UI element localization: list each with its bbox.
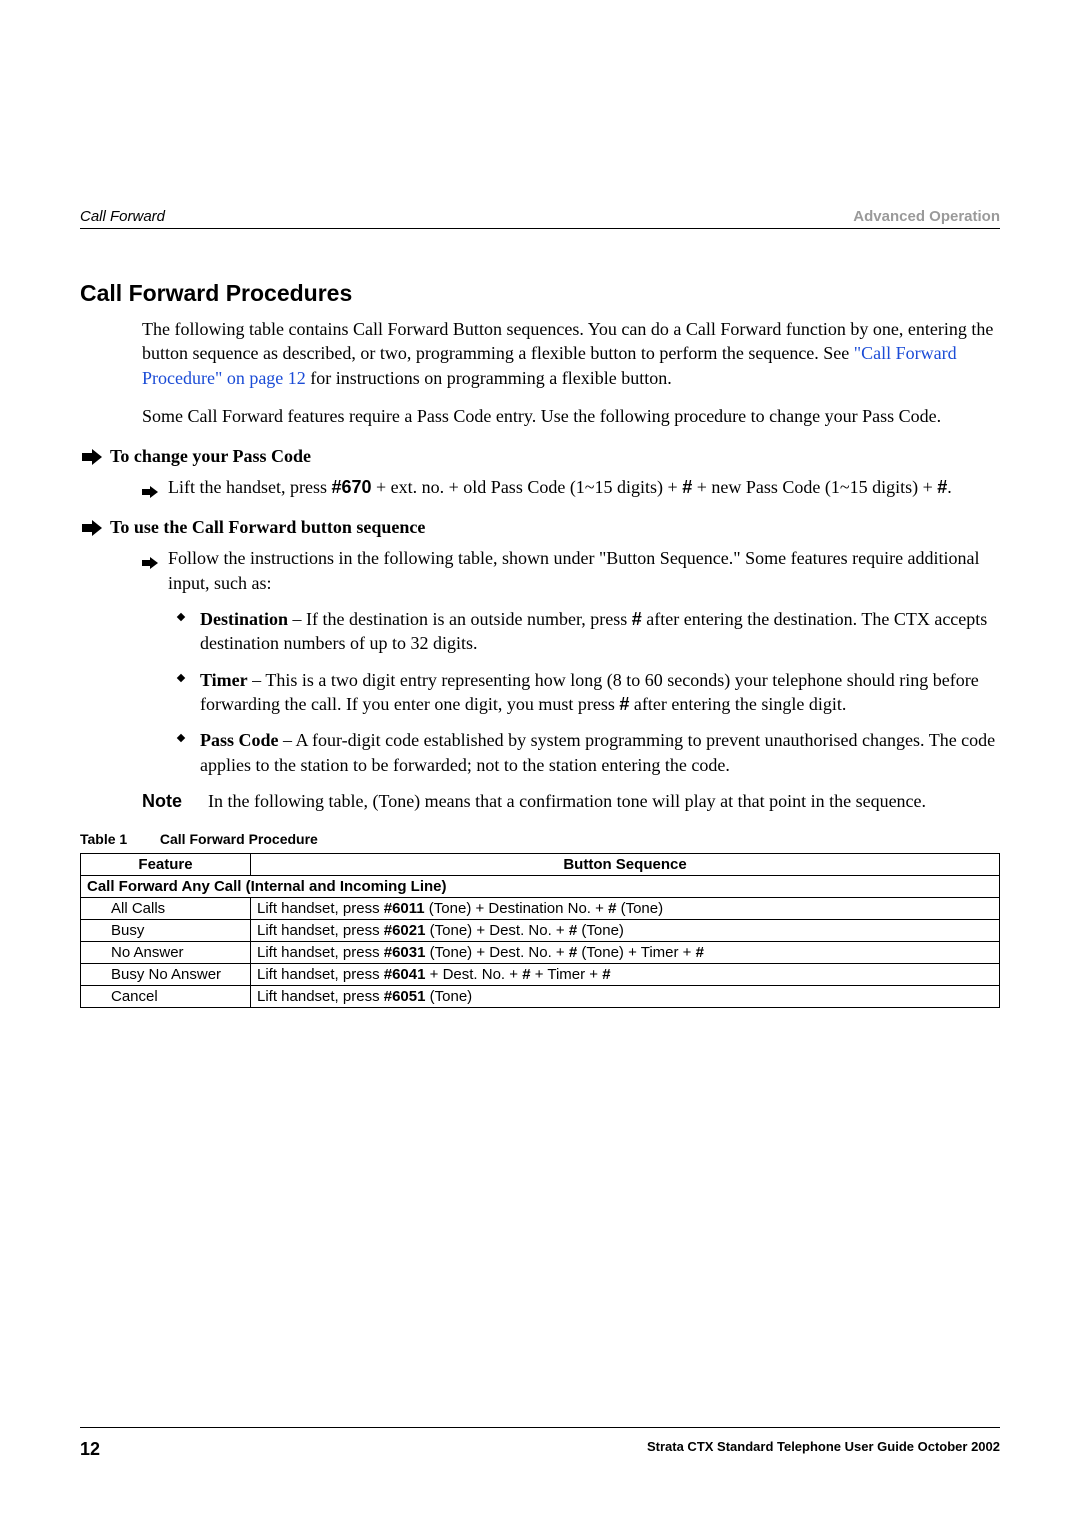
header-rule xyxy=(80,228,1000,229)
bullet-text: after entering the single digit. xyxy=(629,694,846,714)
diamond-bullet-icon xyxy=(177,613,185,621)
hash-symbol: # xyxy=(682,477,692,497)
feature-cell: All Calls xyxy=(81,898,251,920)
section-title: Call Forward Procedures xyxy=(80,280,1000,307)
arrow-right-icon xyxy=(142,480,158,504)
note-label: Note xyxy=(142,789,190,813)
footer-rule xyxy=(80,1427,1000,1428)
table-caption: Table 1 Call Forward Procedure xyxy=(80,831,1000,847)
hash-symbol: # xyxy=(632,609,642,629)
col-header-sequence: Button Sequence xyxy=(251,854,1000,876)
table-subhead: Call Forward Any Call (Internal and Inco… xyxy=(81,876,1000,898)
proc1-heading-text: To change your Pass Code xyxy=(110,446,311,466)
step-text: Lift the handset, press xyxy=(168,477,331,497)
step-text: . xyxy=(947,477,952,497)
intro-paragraph-2: Some Call Forward features require a Pas… xyxy=(80,404,1000,428)
proc2-heading-text: To use the Call Forward button sequence xyxy=(110,517,425,537)
call-forward-table: Feature Button Sequence Call Forward Any… xyxy=(80,853,1000,1008)
feature-cell: No Answer xyxy=(81,942,251,964)
feature-cell: Busy No Answer xyxy=(81,964,251,986)
table-row: No Answer Lift handset, press #6031 (Ton… xyxy=(81,942,1000,964)
table-row: Busy No Answer Lift handset, press #6041… xyxy=(81,964,1000,986)
table-title: Call Forward Procedure xyxy=(160,831,318,847)
table-subhead-row: Call Forward Any Call (Internal and Inco… xyxy=(81,876,1000,898)
table-row: All Calls Lift handset, press #6011 (Ton… xyxy=(81,898,1000,920)
step-text: + new Pass Code (1~15 digits) + xyxy=(692,477,937,497)
sequence-cell: Lift handset, press #6051 (Tone) xyxy=(251,986,1000,1008)
page: Call Forward Advanced Operation Call For… xyxy=(0,0,1080,1528)
sequence-cell: Lift handset, press #6041 + Dest. No. + … xyxy=(251,964,1000,986)
sequence-cell: Lift handset, press #6031 (Tone) + Dest.… xyxy=(251,942,1000,964)
para1-text-b: for instructions on programming a flexib… xyxy=(306,368,672,388)
hash-symbol: # xyxy=(619,694,629,714)
col-header-feature: Feature xyxy=(81,854,251,876)
sequence-cell: Lift handset, press #6021 (Tone) + Dest.… xyxy=(251,920,1000,942)
page-number: 12 xyxy=(80,1439,100,1460)
bullet-label: Pass Code xyxy=(200,730,279,750)
bullet-text: – If the destination is an outside numbe… xyxy=(288,609,632,629)
diamond-bullet-icon xyxy=(177,673,185,681)
bullet-label: Destination xyxy=(200,609,288,629)
footer-text: Strata CTX Standard Telephone User Guide… xyxy=(647,1439,1000,1460)
note-text: In the following table, (Tone) means tha… xyxy=(208,789,926,813)
note: Note In the following table, (Tone) mean… xyxy=(80,789,1000,813)
bullet-text: – A four-digit code established by syste… xyxy=(200,730,995,774)
feature-cell: Cancel xyxy=(81,986,251,1008)
sequence-cell: Lift handset, press #6011 (Tone) + Desti… xyxy=(251,898,1000,920)
procedure-heading-2: To use the Call Forward button sequence xyxy=(80,517,1000,538)
step-text: + ext. no. + old Pass Code (1~15 digits)… xyxy=(372,477,683,497)
table-row: Cancel Lift handset, press #6051 (Tone) xyxy=(81,986,1000,1008)
table-header-row: Feature Button Sequence xyxy=(81,854,1000,876)
bullet-passcode: Pass Code – A four-digit code establishe… xyxy=(80,728,1000,777)
proc2-step: Follow the instructions in the following… xyxy=(80,546,1000,595)
header-left: Call Forward xyxy=(80,208,165,225)
running-header: Call Forward Advanced Operation xyxy=(80,208,1000,225)
table-row: Busy Lift handset, press #6021 (Tone) + … xyxy=(81,920,1000,942)
footer: 12 Strata CTX Standard Telephone User Gu… xyxy=(80,1439,1000,1460)
code-text: #670 xyxy=(331,477,371,497)
intro-paragraph-1: The following table contains Call Forwar… xyxy=(80,317,1000,390)
diamond-bullet-icon xyxy=(177,734,185,742)
procedure-heading-1: To change your Pass Code xyxy=(80,446,1000,467)
feature-cell: Busy xyxy=(81,920,251,942)
bullet-label: Timer xyxy=(200,670,248,690)
proc1-step: Lift the handset, press #670 + ext. no. … xyxy=(80,475,1000,499)
bullet-destination: Destination – If the destination is an o… xyxy=(80,607,1000,656)
arrow-right-icon xyxy=(82,520,102,541)
bullet-text: – This is a two digit entry representing… xyxy=(200,670,979,714)
content: Call Forward Procedures The following ta… xyxy=(80,280,1000,1008)
arrow-right-icon xyxy=(82,449,102,470)
table-number: Table 1 xyxy=(80,831,156,847)
hash-symbol: # xyxy=(937,477,947,497)
header-right: Advanced Operation xyxy=(853,208,1000,225)
bullet-timer: Timer – This is a two digit entry repres… xyxy=(80,668,1000,717)
arrow-right-icon xyxy=(142,551,158,575)
step-text: Follow the instructions in the following… xyxy=(168,548,980,592)
